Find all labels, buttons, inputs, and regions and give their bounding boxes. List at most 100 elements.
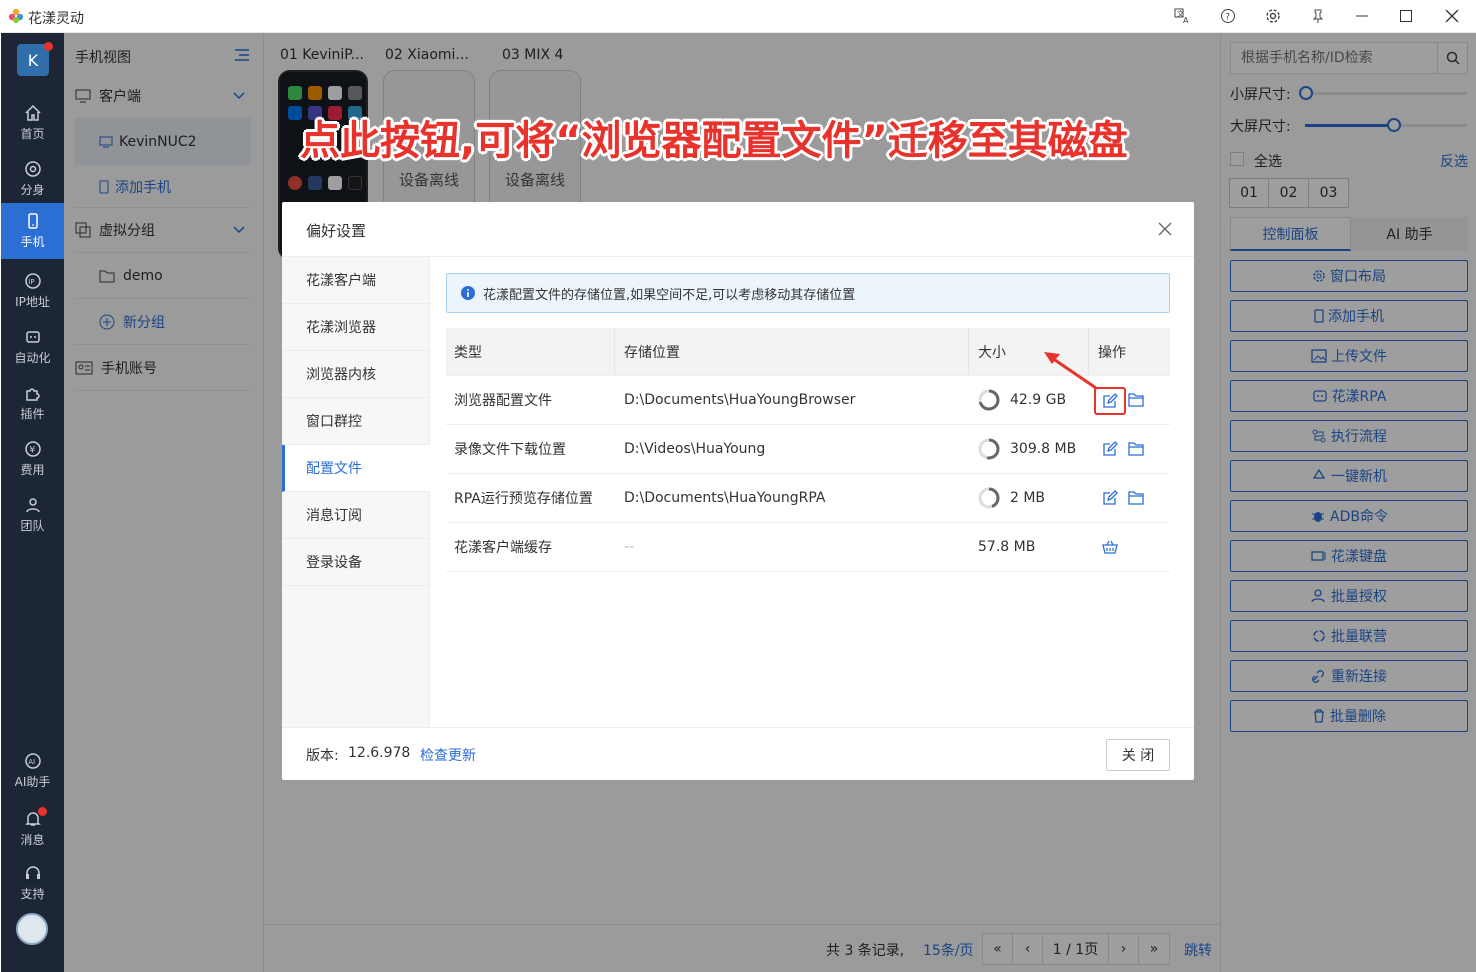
close-window-icon[interactable]	[1442, 6, 1462, 26]
table-row: 录像文件下载位置 D:\Videos\HuaYoung 309.8 MB	[446, 425, 1170, 474]
nav-label: IP地址	[15, 295, 50, 309]
robot-icon	[25, 331, 40, 343]
app-title: 花漾灵动	[28, 11, 84, 27]
notice-text: 花漾配置文件的存储位置,如果空间不足,可以考虑移动其存储位置	[483, 287, 856, 303]
menu-item-kernel[interactable]: 浏览器内核	[282, 351, 430, 398]
edit-location-button[interactable]	[1102, 474, 1118, 522]
phone-icon	[27, 213, 38, 229]
column-header: 存储位置	[624, 344, 680, 361]
usage-ring-icon	[978, 389, 1000, 411]
svg-text:IP: IP	[28, 278, 34, 286]
size-value: 2 MB	[1010, 490, 1046, 506]
open-folder-button[interactable]	[1128, 376, 1144, 424]
menu-item-window-sync[interactable]: 窗口群控	[282, 398, 430, 445]
yen-icon: ¥	[24, 441, 41, 457]
size-value: 309.8 MB	[1010, 441, 1077, 457]
title-bar: 花漾灵动 文A ?	[0, 0, 1476, 33]
nav-phone[interactable]: 手机	[1, 203, 64, 259]
nav-label: 手机	[20, 235, 45, 249]
svg-text:A: A	[1183, 16, 1189, 24]
help-icon[interactable]: ?	[1218, 6, 1238, 26]
clear-cache-button[interactable]	[1102, 523, 1118, 571]
row-path: --	[624, 539, 635, 555]
size-value: 42.9 GB	[1010, 392, 1067, 408]
nav-billing[interactable]: ¥ 费用	[1, 431, 64, 487]
headset-icon	[25, 866, 40, 879]
app-logo-icon	[8, 8, 24, 24]
version-label: 版本:	[306, 748, 339, 764]
dialog-header: 偏好设置	[282, 202, 1194, 257]
folder-icon	[1128, 393, 1144, 407]
maximize-icon[interactable]	[1396, 6, 1416, 26]
open-folder-button[interactable]	[1128, 425, 1144, 473]
check-update-link[interactable]: 检查更新	[420, 745, 476, 765]
nav-automation[interactable]: 自动化	[1, 319, 64, 375]
main-nav: K 首页 分身 手机 IP IP地址 自动化 插件 ¥ 费用 团队 AI AI助手 消…	[1, 33, 64, 972]
nav-ai[interactable]: AI AI助手	[1, 743, 64, 799]
nav-team[interactable]: 团队	[1, 487, 64, 543]
table-row: 花漾客户端缓存 -- 57.8 MB	[446, 523, 1170, 572]
ai-icon: AI	[24, 753, 41, 769]
info-notice: 花漾配置文件的存储位置,如果空间不足,可以考虑移动其存储位置	[446, 273, 1170, 313]
translate-icon[interactable]: 文A	[1172, 6, 1192, 26]
nav-label: 分身	[20, 183, 45, 197]
puzzle-icon	[25, 388, 40, 401]
row-path: D:\Documents\HuaYoungRPA	[624, 490, 826, 506]
chrome-icon	[24, 161, 41, 177]
dialog-title: 偏好设置	[306, 222, 367, 240]
open-folder-button[interactable]	[1128, 474, 1144, 522]
menu-item-login-devices[interactable]: 登录设备	[282, 539, 430, 586]
pin-icon[interactable]	[1308, 6, 1328, 26]
usage-ring-icon	[978, 487, 1000, 509]
usage-ring-icon	[978, 438, 1000, 460]
svg-text:?: ?	[1225, 13, 1230, 23]
nav-support[interactable]: 支持	[1, 855, 64, 911]
column-header: 操作	[1098, 344, 1126, 361]
nav-label: 团队	[20, 519, 45, 533]
info-icon	[461, 286, 475, 300]
nav-label: 首页	[20, 127, 45, 141]
message-badge	[38, 807, 47, 816]
nav-ip[interactable]: IP IP地址	[1, 263, 64, 319]
nav-home[interactable]: 首页	[1, 95, 64, 151]
annotation-banner: 点此按钮,可将“浏览器配置文件”迁移至其磁盘	[300, 118, 1128, 164]
team-icon	[25, 498, 40, 513]
table-row: RPA运行预览存储位置 D:\Documents\HuaYoungRPA 2 M…	[446, 474, 1170, 523]
nav-profiles[interactable]: 分身	[1, 151, 64, 207]
row-type: 浏览器配置文件	[454, 393, 552, 409]
menu-item-client[interactable]: 花漾客户端	[282, 257, 430, 304]
edit-location-button[interactable]	[1102, 425, 1118, 473]
edit-icon	[1103, 441, 1118, 456]
nav-label: 支持	[20, 887, 45, 901]
svg-text:¥: ¥	[29, 446, 35, 456]
dialog-footer: 版本: 12.6.978 检查更新 关 闭	[282, 727, 1194, 780]
brand-badge-icon	[16, 913, 48, 945]
menu-item-browser[interactable]: 花漾浏览器	[282, 304, 430, 351]
minimize-icon[interactable]	[1352, 6, 1372, 26]
row-size: 57.8 MB	[978, 539, 1036, 555]
svg-text:AI: AI	[28, 758, 35, 766]
preferences-menu: 花漾客户端 花漾浏览器 浏览器内核 窗口群控 配置文件 消息订阅 登录设备	[282, 257, 430, 727]
column-header: 类型	[454, 344, 482, 361]
close-button[interactable]: 关 闭	[1106, 739, 1170, 771]
version-number: 12.6.978	[348, 745, 411, 761]
menu-item-subscriptions[interactable]: 消息订阅	[282, 492, 430, 539]
nav-label: AI助手	[14, 775, 51, 789]
nav-label: 自动化	[14, 351, 51, 365]
nav-messages[interactable]: 消息	[1, 801, 64, 857]
ip-icon: IP	[24, 273, 41, 289]
annotation-arrow-icon	[1044, 352, 1097, 390]
row-size: 309.8 MB	[978, 425, 1076, 473]
row-type: RPA运行预览存储位置	[454, 491, 593, 507]
row-type: 花漾客户端缓存	[454, 540, 552, 556]
folder-icon	[1128, 442, 1144, 456]
home-icon	[24, 104, 41, 121]
close-icon[interactable]	[1158, 222, 1172, 236]
row-size: 2 MB	[978, 474, 1045, 522]
notification-dot	[44, 42, 53, 51]
nav-plugins[interactable]: 插件	[1, 375, 64, 431]
nav-label: 费用	[20, 463, 45, 477]
settings-gear-icon[interactable]	[1263, 6, 1283, 26]
menu-item-profiles[interactable]: 配置文件	[282, 445, 430, 492]
row-type: 录像文件下载位置	[454, 442, 566, 458]
